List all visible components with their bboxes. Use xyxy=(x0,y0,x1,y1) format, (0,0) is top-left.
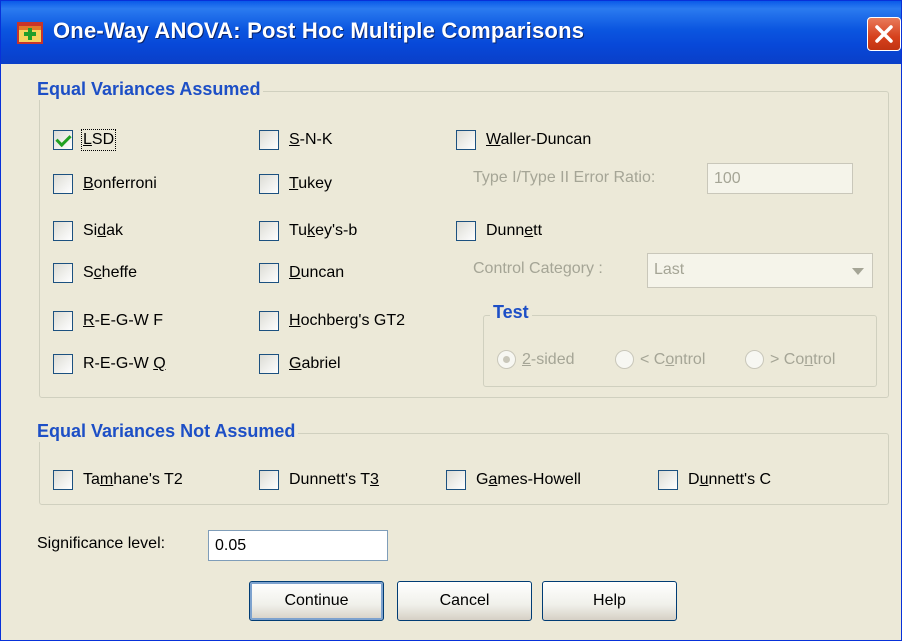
checkbox-col1-1[interactable]: Bonferroni xyxy=(53,171,157,197)
checkbox-label: Waller-Duncan xyxy=(486,131,592,148)
significance-level-label: Significance level: xyxy=(37,535,166,552)
checkbox-box[interactable] xyxy=(446,470,466,490)
checkbox-label: Dunnett's T3 xyxy=(289,471,379,488)
checkbox-col2-1[interactable]: Tukey xyxy=(259,171,332,197)
checkbox-col1-4[interactable]: R-E-G-W F xyxy=(53,308,163,334)
help-button[interactable]: Help xyxy=(542,581,677,621)
control-category-value: Last xyxy=(654,261,685,278)
checkbox-box[interactable] xyxy=(259,221,279,241)
checkbox-col2-3[interactable]: Duncan xyxy=(259,260,344,286)
checkbox-box[interactable] xyxy=(658,470,678,490)
checkbox-box[interactable] xyxy=(53,130,73,150)
radio-label: 2-sided xyxy=(522,350,575,368)
checkbox-label: Gabriel xyxy=(289,355,341,372)
radio-label: < Control xyxy=(640,350,706,368)
checkbox-col2-0[interactable]: S-N-K xyxy=(259,127,333,153)
window-title: One-Way ANOVA: Post Hoc Multiple Compari… xyxy=(53,18,585,43)
checkbox-box[interactable] xyxy=(259,263,279,283)
checkbox-label: R-E-G-W F xyxy=(83,312,163,329)
checkbox-col1-5[interactable]: R-E-G-W Q xyxy=(53,351,166,377)
checkbox-label: Bonferroni xyxy=(83,175,157,192)
test-radio-0[interactable]: 2-sided xyxy=(497,350,574,369)
checkbox-label: LSD xyxy=(80,129,117,151)
checkbox-box[interactable] xyxy=(456,130,476,150)
checkbox-box[interactable] xyxy=(259,311,279,331)
checkbox-col1-3[interactable]: Scheffe xyxy=(53,260,137,286)
control-category-label: Control Category : xyxy=(473,260,603,277)
checkbox-box[interactable] xyxy=(53,263,73,283)
checkbox-label: S-N-K xyxy=(289,131,333,148)
checkbox-box[interactable] xyxy=(53,470,73,490)
checkbox-label: Dunnett's C xyxy=(688,471,772,488)
test-radio-1[interactable]: < Control xyxy=(615,350,705,369)
checkbox-col2-5[interactable]: Gabriel xyxy=(259,351,341,377)
dialog-window: One-Way ANOVA: Post Hoc Multiple Compari… xyxy=(0,0,902,641)
radio-button[interactable] xyxy=(745,350,764,369)
title-bar[interactable]: One-Way ANOVA: Post Hoc Multiple Compari… xyxy=(1,1,901,64)
checkbox-label: Tamhane's T2 xyxy=(83,471,183,488)
checkbox-not-assumed-2[interactable]: Games-Howell xyxy=(446,467,581,493)
checkbox-box[interactable] xyxy=(53,311,73,331)
checkbox-box[interactable] xyxy=(259,470,279,490)
checkbox-box[interactable] xyxy=(456,221,476,241)
checkbox-box[interactable] xyxy=(259,174,279,194)
checkbox-box[interactable] xyxy=(53,221,73,241)
continue-button[interactable]: Continue xyxy=(249,581,384,621)
checkbox-waller-duncan[interactable]: Waller-Duncan xyxy=(456,127,591,153)
checkbox-col2-4[interactable]: Hochberg's GT2 xyxy=(259,308,405,334)
checkbox-label: Games-Howell xyxy=(476,471,581,488)
cancel-button[interactable]: Cancel xyxy=(397,581,532,621)
checkbox-label: R-E-G-W Q xyxy=(83,355,166,372)
checkbox-col1-2[interactable]: Sidak xyxy=(53,218,123,244)
checkbox-box[interactable] xyxy=(259,130,279,150)
significance-level-input[interactable] xyxy=(208,530,388,561)
checkbox-box[interactable] xyxy=(53,174,73,194)
checkbox-col2-2[interactable]: Tukey's-b xyxy=(259,218,357,244)
radio-button[interactable] xyxy=(497,350,516,369)
error-ratio-label: Type I/Type II Error Ratio: xyxy=(473,169,656,186)
app-icon xyxy=(17,22,43,44)
checkbox-not-assumed-0[interactable]: Tamhane's T2 xyxy=(53,467,183,493)
checkbox-label: Tukey's-b xyxy=(289,222,358,239)
chevron-down-icon xyxy=(852,268,864,275)
checkbox-label: Sidak xyxy=(83,222,124,239)
equal-variances-not-assumed-title: Equal Variances Not Assumed xyxy=(34,421,299,442)
checkbox-label: Tukey xyxy=(289,175,332,192)
test-group-title: Test xyxy=(490,302,532,323)
control-category-select[interactable]: Last xyxy=(647,253,873,288)
checkbox-not-assumed-3[interactable]: Dunnett's C xyxy=(658,467,771,493)
radio-label: > Control xyxy=(770,350,836,368)
equal-variances-assumed-title: Equal Variances Assumed xyxy=(34,79,264,100)
error-ratio-field[interactable] xyxy=(707,163,853,194)
checkbox-label: Hochberg's GT2 xyxy=(289,312,405,329)
checkbox-dunnett[interactable]: Dunnett xyxy=(456,218,542,244)
radio-button[interactable] xyxy=(615,350,634,369)
checkbox-box[interactable] xyxy=(259,354,279,374)
checkbox-label: Duncan xyxy=(289,264,345,281)
checkbox-box[interactable] xyxy=(53,354,73,374)
checkbox-label: Dunnett xyxy=(486,222,543,239)
close-button[interactable] xyxy=(867,17,901,51)
checkbox-not-assumed-1[interactable]: Dunnett's T3 xyxy=(259,467,379,493)
checkbox-label: Scheffe xyxy=(83,264,137,281)
test-radio-2[interactable]: > Control xyxy=(745,350,835,369)
close-icon xyxy=(875,25,893,43)
checkbox-col1-0[interactable]: LSD xyxy=(53,127,117,153)
